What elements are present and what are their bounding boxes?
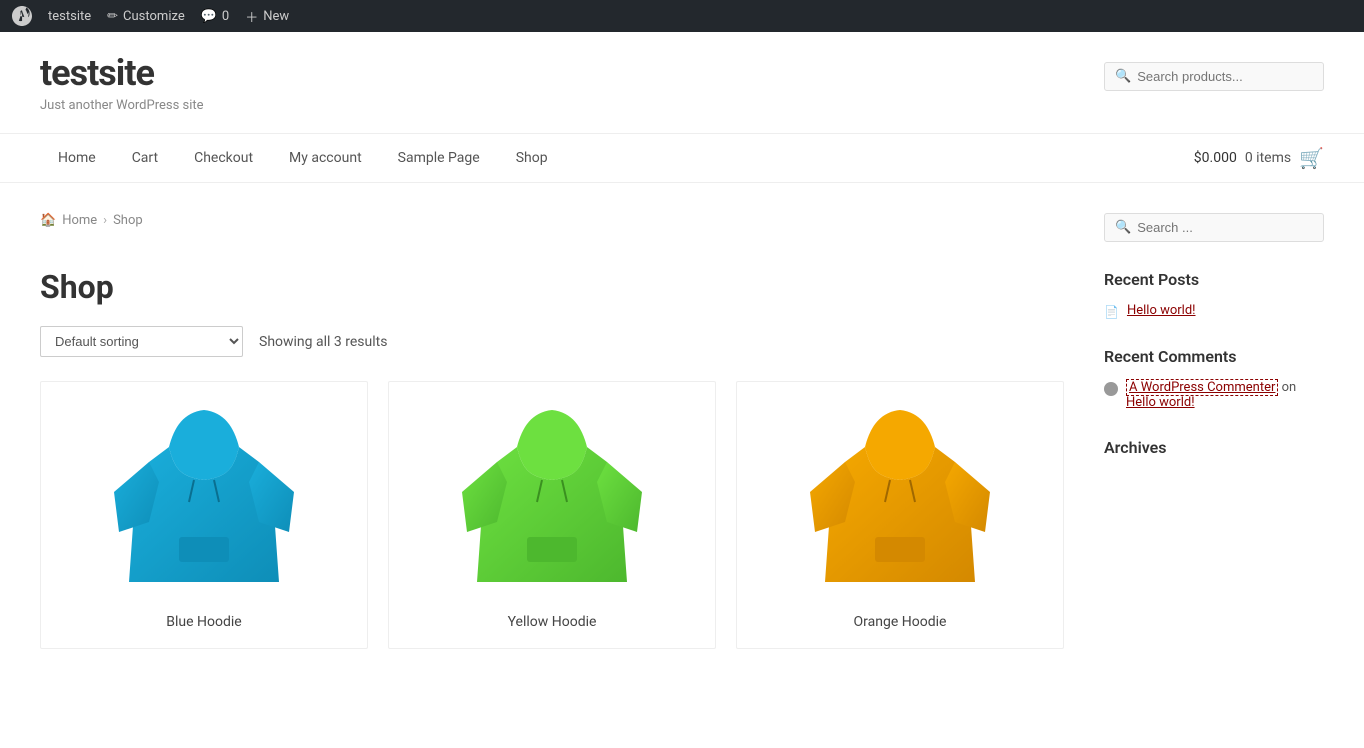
sidebar-search-input[interactable] [1137, 220, 1313, 235]
comment-on-text: on [1282, 380, 1297, 395]
product-image-yellow-hoodie [737, 382, 1063, 602]
comment-count: 0 [222, 9, 229, 24]
sidebar-search-box[interactable]: 🔍 [1104, 213, 1324, 242]
breadcrumb: 🏠 Home › Shop [40, 203, 1064, 238]
archives-title: Archives [1104, 438, 1324, 457]
new-item[interactable]: ＋ New [245, 7, 289, 26]
product-name-blue-hoodie: Blue Hoodie [53, 614, 355, 630]
product-name-yellow-hoodie: Orange Hoodie [749, 614, 1051, 630]
product-card-green-hoodie[interactable]: Yellow Hoodie [388, 381, 716, 649]
breadcrumb-home-link[interactable]: Home [62, 213, 97, 228]
site-tagline: Just another WordPress site [40, 98, 204, 113]
nav-myaccount[interactable]: My account [271, 134, 380, 182]
cart-amount: $0.000 [1194, 150, 1237, 166]
product-info-blue-hoodie: Blue Hoodie [41, 602, 367, 648]
breadcrumb-current: Shop [113, 213, 143, 228]
sidebar-search-icon: 🔍 [1115, 220, 1131, 235]
nav-home[interactable]: Home [40, 134, 114, 182]
header-search-input[interactable] [1137, 69, 1313, 84]
testsite-label: testsite [48, 9, 91, 24]
shop-page-title: Shop [40, 268, 1064, 306]
header-search-box[interactable]: 🔍 [1104, 62, 1324, 91]
testsite-item[interactable]: testsite [48, 9, 91, 24]
comment-post-link[interactable]: Hello world! [1126, 395, 1195, 410]
sort-select[interactable]: Default sorting Sort by popularity Sort … [40, 326, 243, 357]
sidebar: 🔍 Recent Posts 📄 Hello world! Recent Com… [1104, 203, 1324, 649]
nav-checkout[interactable]: Checkout [176, 134, 271, 182]
wp-logo-item[interactable] [12, 6, 32, 26]
product-image-green-hoodie [389, 382, 715, 602]
admin-bar: testsite ✏ Customize 💬 0 ＋ New [0, 0, 1364, 32]
recent-post-link[interactable]: Hello world! [1127, 303, 1196, 318]
primary-nav: Home Cart Checkout My account Sample Pag… [40, 134, 566, 182]
product-info-green-hoodie: Yellow Hoodie [389, 602, 715, 648]
home-icon-breadcrumb: 🏠 [40, 213, 56, 228]
recent-comments-section: Recent Comments A WordPress Commenter on… [1104, 347, 1324, 410]
site-header: testsite Just another WordPress site 🔍 [0, 32, 1364, 134]
recent-post-item: 📄 Hello world! [1104, 303, 1324, 319]
cart-items-count: 0 items [1245, 150, 1291, 166]
comment-author-link[interactable]: A WordPress Commenter [1126, 379, 1278, 396]
site-nav: Home Cart Checkout My account Sample Pag… [0, 134, 1364, 183]
product-grid: Blue Hoodie [40, 381, 1064, 649]
main-layout: 🏠 Home › Shop Shop Default sorting Sort … [0, 183, 1364, 669]
site-branding: testsite Just another WordPress site [40, 52, 204, 113]
post-icon: 📄 [1104, 305, 1119, 319]
page-wrapper: testsite Just another WordPress site 🔍 H… [0, 32, 1364, 748]
product-image-blue-hoodie [41, 382, 367, 602]
recent-comment-item: A WordPress Commenter on Hello world! [1104, 380, 1324, 410]
results-count: Showing all 3 results [259, 334, 387, 350]
header-search-icon: 🔍 [1115, 69, 1131, 84]
customize-icon: ✏ [107, 9, 118, 24]
shop-toolbar: Default sorting Sort by popularity Sort … [40, 326, 1064, 357]
new-icon: ＋ [245, 7, 258, 26]
cart-widget[interactable]: $0.000 0 items 🛒 [1194, 146, 1324, 170]
customize-label: Customize [123, 9, 185, 24]
content-area: 🏠 Home › Shop Shop Default sorting Sort … [40, 203, 1064, 649]
archives-section: Archives [1104, 438, 1324, 457]
site-title: testsite [40, 52, 204, 94]
comment-avatar [1104, 382, 1118, 396]
breadcrumb-separator: › [103, 213, 107, 228]
new-label: New [263, 9, 289, 24]
recent-posts-section: Recent Posts 📄 Hello world! [1104, 270, 1324, 319]
comment-icon: 💬 [201, 9, 217, 24]
cart-basket-icon: 🛒 [1299, 146, 1324, 170]
wp-icon [12, 6, 32, 26]
product-name-green-hoodie: Yellow Hoodie [401, 614, 703, 630]
nav-shop[interactable]: Shop [498, 134, 566, 182]
comments-item[interactable]: 💬 0 [201, 9, 230, 24]
recent-comments-title: Recent Comments [1104, 347, 1324, 366]
comment-text: A WordPress Commenter on Hello world! [1126, 380, 1324, 410]
product-card-blue-hoodie[interactable]: Blue Hoodie [40, 381, 368, 649]
product-card-yellow-hoodie[interactable]: Orange Hoodie [736, 381, 1064, 649]
product-info-yellow-hoodie: Orange Hoodie [737, 602, 1063, 648]
nav-samplepage[interactable]: Sample Page [380, 134, 498, 182]
nav-cart[interactable]: Cart [114, 134, 176, 182]
recent-posts-title: Recent Posts [1104, 270, 1324, 289]
customize-item[interactable]: ✏ Customize [107, 9, 185, 24]
